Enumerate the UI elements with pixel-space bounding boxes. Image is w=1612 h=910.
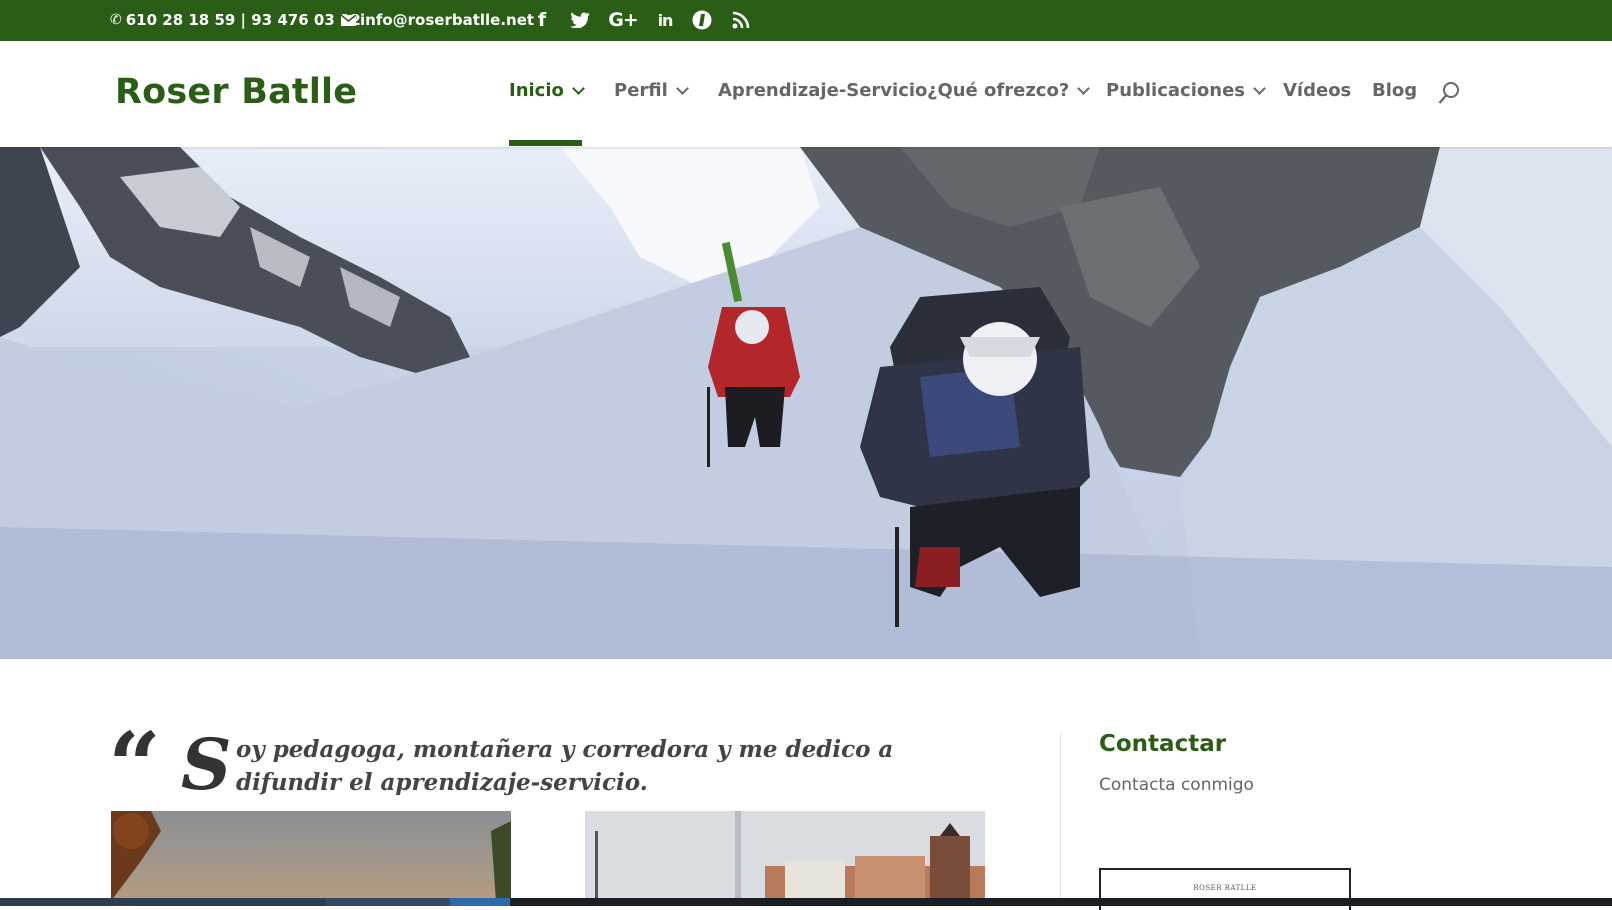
chevron-down-icon	[675, 81, 689, 95]
linkedin-icon[interactable]: in	[656, 8, 674, 32]
nav-item-inicio[interactable]: Inicio	[509, 80, 585, 101]
twitter-icon[interactable]	[569, 8, 591, 32]
nav-label: Perfil	[614, 80, 668, 101]
nav-item-blog[interactable]: Blog	[1372, 80, 1417, 101]
nav-label: Publicaciones	[1106, 80, 1245, 101]
chevron-down-icon	[572, 81, 585, 95]
search-icon[interactable]	[1438, 81, 1460, 105]
chevron-down-icon	[1077, 81, 1091, 95]
bottom-bar-segment	[450, 898, 510, 906]
hero-image	[0, 147, 1612, 659]
site-logo[interactable]: Roser Batlle	[115, 72, 357, 112]
nav-label: Vídeos	[1283, 80, 1352, 101]
nav-label: Aprendizaje-Servicio	[718, 80, 928, 101]
top-bar: ✆ 610 28 18 59 | 93 476 03 12 info@roser…	[0, 0, 1612, 41]
nav-item-videos[interactable]: Vídeos	[1283, 80, 1351, 101]
chevron-down-icon	[1253, 81, 1266, 95]
facebook-icon[interactable]: f	[535, 8, 549, 32]
main-header: Roser Batlle Inicio Perfil Aprendizaje-S…	[0, 41, 1612, 147]
quote-dropcap: S	[181, 723, 232, 806]
nav-label: Blog	[1372, 80, 1418, 101]
envelope-icon	[341, 14, 356, 26]
sidebar-divider	[1060, 733, 1061, 906]
nav-item-aprendizaje-servicio[interactable]: Aprendizaje-Servicio	[718, 80, 927, 101]
nav-item-publicaciones[interactable]: Publicaciones	[1106, 80, 1266, 101]
contact-link[interactable]: Contacta conmigo	[1099, 775, 1254, 795]
nav-item-que-ofrezco[interactable]: ¿Qué ofrezco?	[927, 80, 1091, 101]
nav-item-perfil[interactable]: Perfil	[614, 80, 689, 101]
post-thumbnail[interactable]	[111, 811, 511, 901]
widget-label: Roser Batlle	[1193, 884, 1257, 892]
phone-icon: ✆	[110, 12, 122, 28]
quote-text: oy pedagoga, montañera y corredora y me …	[236, 736, 894, 796]
nav-label: Inicio	[509, 80, 564, 101]
post-thumbnail[interactable]	[585, 811, 985, 901]
instagram-icon[interactable]	[691, 8, 713, 32]
bottom-bar-segment	[0, 898, 326, 906]
rss-icon[interactable]	[731, 8, 751, 32]
email-link[interactable]: info@roserbatlle.net	[341, 11, 534, 29]
google-plus-icon[interactable]: G+	[607, 8, 639, 32]
active-nav-indicator	[509, 140, 582, 146]
bottom-bar-segment	[326, 898, 450, 906]
bottom-bar	[0, 898, 1612, 906]
quote-mark: “	[108, 712, 161, 820]
sidebar-title: Contactar	[1099, 731, 1227, 757]
phone-numbers: 610 28 18 59 | 93 476 03 12	[125, 11, 361, 29]
email-address: info@roserbatlle.net	[360, 11, 535, 29]
phone-info: ✆ 610 28 18 59 | 93 476 03 12	[110, 11, 361, 29]
hero-slider[interactable]	[0, 147, 1612, 659]
nav-label: ¿Qué ofrezco?	[927, 80, 1070, 101]
